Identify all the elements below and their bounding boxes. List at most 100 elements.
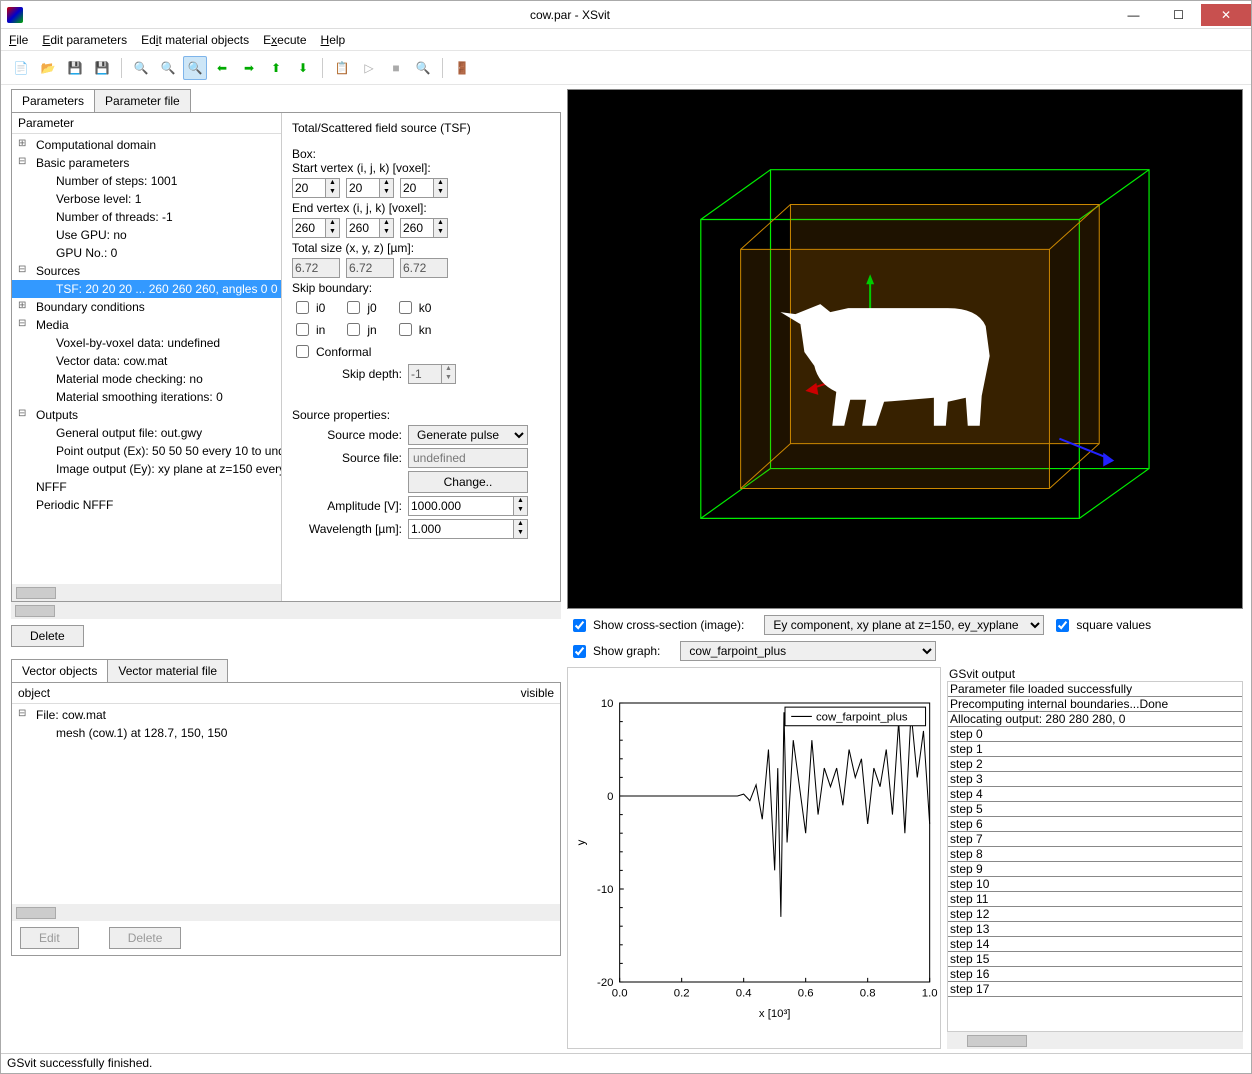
tab-parameter-file[interactable]: Parameter file bbox=[94, 89, 191, 112]
amplitude-field[interactable]: ▲▼ bbox=[408, 496, 528, 516]
chk-kn[interactable]: kn bbox=[395, 320, 432, 339]
tree-basic[interactable]: Basic parameters bbox=[12, 154, 281, 172]
delete-object-button[interactable]: Delete bbox=[109, 927, 182, 949]
zoom-out-icon[interactable]: 🔍 bbox=[129, 56, 153, 80]
tree-leaf[interactable]: Vector data: cow.mat bbox=[12, 352, 281, 370]
tree-leaf[interactable]: Image output (Ey): xy plane at z=150 eve… bbox=[12, 460, 281, 478]
chk-square-values[interactable]: square values bbox=[1052, 616, 1151, 635]
total-z bbox=[400, 258, 448, 278]
total-size-label: Total size (x, y, z) [µm]: bbox=[292, 241, 550, 255]
end-j[interactable]: ▲▼ bbox=[346, 218, 394, 238]
cross-section-select[interactable]: Ey component, xy plane at z=150, ey_xypl… bbox=[764, 615, 1044, 635]
graph-select[interactable]: cow_farpoint_plus bbox=[680, 641, 936, 661]
change-button[interactable]: Change.. bbox=[408, 471, 528, 493]
tree-leaf[interactable]: Material smoothing iterations: 0 bbox=[12, 388, 281, 406]
end-i[interactable]: ▲▼ bbox=[292, 218, 340, 238]
window-title: cow.par - XSvit bbox=[29, 8, 1111, 22]
minimize-button[interactable]: — bbox=[1111, 4, 1156, 26]
open-icon[interactable]: 📂 bbox=[36, 56, 60, 80]
tab-vector-file[interactable]: Vector material file bbox=[107, 659, 228, 682]
tree-hscroll[interactable] bbox=[12, 584, 281, 601]
edit-object-button[interactable]: Edit bbox=[20, 927, 79, 949]
tree-tsf-selected[interactable]: TSF: 20 20 20 ... 260 260 260, angles 0 … bbox=[12, 280, 281, 298]
log-line: step 8 bbox=[948, 847, 1242, 862]
vec-hscroll[interactable] bbox=[12, 904, 560, 921]
tree-leaf[interactable]: Number of steps: 1001 bbox=[12, 172, 281, 190]
close-button[interactable]: ✕ bbox=[1201, 4, 1251, 26]
delete-param-button[interactable]: Delete bbox=[11, 625, 84, 647]
play-icon[interactable]: ▷ bbox=[357, 56, 381, 80]
skip-depth-label: Skip depth: bbox=[292, 367, 402, 381]
tree-leaf[interactable]: Use GPU: no bbox=[12, 226, 281, 244]
log-hscroll[interactable] bbox=[947, 1032, 1243, 1049]
tree-leaf[interactable]: Number of threads: -1 bbox=[12, 208, 281, 226]
arrow-up-icon[interactable]: ⬆ bbox=[264, 56, 288, 80]
settings-icon[interactable]: 📋 bbox=[330, 56, 354, 80]
log-list[interactable]: Parameter file loaded successfullyPrecom… bbox=[947, 681, 1243, 1032]
chk-cross-section[interactable]: Show cross-section (image): bbox=[569, 616, 744, 635]
tree-leaf[interactable]: GPU No.: 0 bbox=[12, 244, 281, 262]
menubar: File Edit parameters Edit material objec… bbox=[1, 29, 1251, 51]
log-line: step 17 bbox=[948, 982, 1242, 997]
chk-k0[interactable]: k0 bbox=[395, 298, 432, 317]
tree-leaf[interactable]: Voxel-by-voxel data: undefined bbox=[12, 334, 281, 352]
tree-comp-domain[interactable]: Computational domain bbox=[12, 136, 281, 154]
chk-jn[interactable]: jn bbox=[343, 320, 376, 339]
tab-parameters[interactable]: Parameters bbox=[11, 89, 95, 112]
arrow-left-icon[interactable]: ⬅ bbox=[210, 56, 234, 80]
save-icon[interactable]: 💾 bbox=[63, 56, 87, 80]
wavelength-field[interactable]: ▲▼ bbox=[408, 519, 528, 539]
chk-in[interactable]: in bbox=[292, 320, 325, 339]
form-hscroll[interactable] bbox=[11, 602, 561, 619]
arrow-down-icon[interactable]: ⬇ bbox=[291, 56, 315, 80]
log-line: step 1 bbox=[948, 742, 1242, 757]
arrow-right-icon[interactable]: ➡ bbox=[237, 56, 261, 80]
svg-text:-10: -10 bbox=[597, 884, 613, 896]
vec-col-visible: visible bbox=[521, 686, 554, 700]
tree-media[interactable]: Media bbox=[12, 316, 281, 334]
start-i[interactable]: ▲▼ bbox=[292, 178, 340, 198]
menu-execute[interactable]: Execute bbox=[263, 33, 306, 47]
maximize-button[interactable]: ☐ bbox=[1156, 4, 1201, 26]
inspect-icon[interactable]: 🔍 bbox=[411, 56, 435, 80]
chk-show-graph[interactable]: Show graph: bbox=[569, 642, 660, 661]
vec-file[interactable]: File: cow.mat bbox=[12, 706, 560, 724]
menu-edit-materials[interactable]: Edit material objects bbox=[141, 33, 249, 47]
vec-mesh[interactable]: mesh (cow.1) at 128.7, 150, 150 bbox=[12, 724, 560, 742]
tree-outputs[interactable]: Outputs bbox=[12, 406, 281, 424]
menu-file[interactable]: File bbox=[9, 33, 28, 47]
tree-leaf[interactable]: Verbose level: 1 bbox=[12, 190, 281, 208]
menu-edit-params[interactable]: Edit parameters bbox=[42, 33, 127, 47]
start-j[interactable]: ▲▼ bbox=[346, 178, 394, 198]
end-k[interactable]: ▲▼ bbox=[400, 218, 448, 238]
tree-leaf[interactable]: Point output (Ex): 50 50 50 every 10 to … bbox=[12, 442, 281, 460]
svg-text:cow_farpoint_plus: cow_farpoint_plus bbox=[816, 712, 908, 724]
svg-text:0: 0 bbox=[607, 791, 613, 803]
menu-help[interactable]: Help bbox=[321, 33, 346, 47]
chk-i0[interactable]: i0 bbox=[292, 298, 325, 317]
tree-nfff[interactable]: NFFF bbox=[12, 478, 281, 496]
3d-viewport[interactable] bbox=[567, 89, 1243, 609]
tree-boundary[interactable]: Boundary conditions bbox=[12, 298, 281, 316]
chk-j0[interactable]: j0 bbox=[343, 298, 376, 317]
tree-pnfff[interactable]: Periodic NFFF bbox=[12, 496, 281, 514]
start-k[interactable]: ▲▼ bbox=[400, 178, 448, 198]
zoom-in-icon[interactable]: 🔍 bbox=[156, 56, 180, 80]
stop-icon[interactable]: ■ bbox=[384, 56, 408, 80]
tab-vector-objects[interactable]: Vector objects bbox=[11, 659, 108, 682]
tree-leaf[interactable]: General output file: out.gwy bbox=[12, 424, 281, 442]
exit-icon[interactable]: 🚪 bbox=[450, 56, 474, 80]
log-line: Precomputing internal boundaries...Done bbox=[948, 697, 1242, 712]
tree-sources[interactable]: Sources bbox=[12, 262, 281, 280]
log-line: Allocating output: 280 280 280, 0 bbox=[948, 712, 1242, 727]
source-mode-select[interactable]: Generate pulse bbox=[408, 425, 528, 445]
log-line: step 6 bbox=[948, 817, 1242, 832]
save-as-icon[interactable]: 💾 bbox=[90, 56, 114, 80]
zoom-fit-icon[interactable]: 🔍 bbox=[183, 56, 207, 80]
parameter-tree[interactable]: Computational domain Basic parameters Nu… bbox=[12, 134, 281, 584]
tree-leaf[interactable]: Material mode checking: no bbox=[12, 370, 281, 388]
chk-conformal[interactable]: Conformal bbox=[292, 342, 371, 361]
log-line: step 4 bbox=[948, 787, 1242, 802]
new-icon[interactable]: 📄 bbox=[9, 56, 33, 80]
graph-plot[interactable]: -20-100100.00.20.40.60.81.0yx [10³]cow_f… bbox=[567, 667, 941, 1049]
